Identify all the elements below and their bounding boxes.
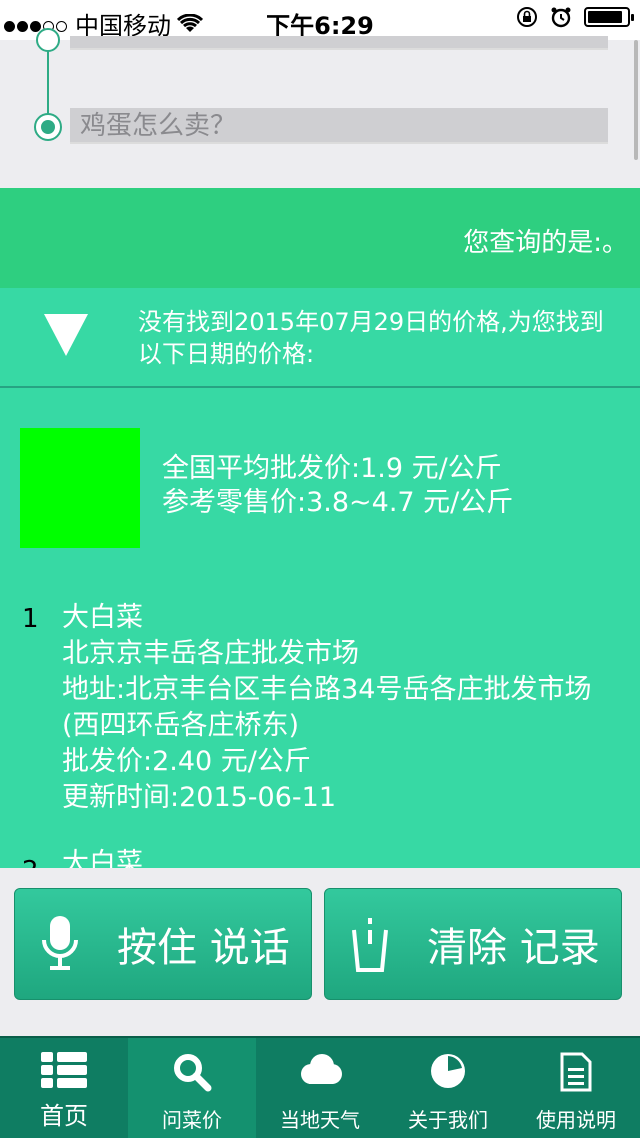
timeline-dot-active	[34, 113, 62, 141]
speak-label: 按住 说话	[117, 925, 290, 971]
tab-bar: 首页 问菜价 当地天气 关于我们 使用说明	[0, 1036, 640, 1138]
item-body: 大白菜 北京京丰岳各庄批发市场 地址:北京丰台区丰台路34号岳各庄批发市场(西四…	[62, 600, 622, 816]
history-item[interactable]	[70, 36, 608, 50]
rotation-lock-icon	[517, 7, 537, 27]
tab-label: 关于我们	[408, 1108, 488, 1132]
pie-chart-icon	[384, 1052, 512, 1090]
tab-about[interactable]: 关于我们	[384, 1038, 512, 1138]
notice-text: 没有找到2015年07月29日的价格,为您找到以下日期的价格:	[138, 308, 604, 368]
expand-triangle-icon[interactable]	[44, 314, 88, 356]
search-icon	[128, 1052, 256, 1092]
tab-label: 使用说明	[536, 1108, 616, 1132]
item-updated: 更新时间:2015-06-11	[62, 782, 337, 813]
trash-icon	[325, 914, 415, 974]
item-market: 北京京丰岳各庄批发市场	[62, 638, 359, 669]
price-summary: 全国平均批发价:1.9 元/公斤 参考零售价:3.8~4.7 元/公斤	[162, 452, 513, 520]
history-item[interactable]: 鸡蛋怎么卖？	[70, 108, 608, 144]
item-name: 大白菜	[62, 848, 143, 868]
scrollbar[interactable]	[634, 40, 638, 160]
hold-to-speak-button[interactable]: 按住 说话	[14, 888, 312, 1000]
cloud-icon	[256, 1052, 384, 1088]
clear-label: 清除 记录	[427, 925, 600, 971]
clear-history-button[interactable]: 清除 记录	[324, 888, 622, 1000]
document-icon	[512, 1052, 640, 1092]
retail-reference-price: 参考零售价:3.8~4.7 元/公斤	[162, 487, 514, 518]
tab-weather[interactable]: 当地天气	[256, 1038, 384, 1138]
tab-instructions[interactable]: 使用说明	[512, 1038, 640, 1138]
avg-wholesale-price: 全国平均批发价:1.9 元/公斤	[162, 453, 502, 484]
status-bar: 中国移动 下午6:29	[0, 0, 640, 40]
tab-label: 问菜价	[162, 1108, 222, 1132]
tab-home[interactable]: 首页	[0, 1038, 128, 1138]
battery-icon	[584, 7, 634, 27]
microphone-icon	[15, 914, 105, 974]
list-icon	[0, 1052, 128, 1088]
status-right	[516, 6, 634, 28]
tab-label: 首页	[40, 1102, 88, 1130]
query-history: 鸡蛋怎么卖？	[0, 28, 640, 188]
item-index: 1	[22, 604, 39, 634]
query-banner: 您查询的是:。	[0, 188, 640, 288]
result-panel: 没有找到2015年07月29日的价格,为您找到以下日期的价格: 全国平均批发价:…	[0, 288, 640, 868]
tab-label: 当地天气	[280, 1108, 360, 1132]
date-notice[interactable]: 没有找到2015年07月29日的价格,为您找到以下日期的价格:	[0, 288, 640, 388]
product-image	[20, 428, 140, 548]
timeline-dot	[36, 28, 60, 52]
item-name: 大白菜	[62, 602, 143, 633]
item-price: 批发价:2.40 元/公斤	[62, 746, 311, 777]
action-bar: 按住 说话 清除 记录	[0, 868, 640, 1036]
tab-price-query[interactable]: 问菜价	[128, 1038, 256, 1138]
alarm-icon	[551, 7, 571, 28]
item-index: 2	[22, 856, 39, 868]
query-label: 您查询的是:。	[463, 228, 628, 258]
item-body: 大白菜	[62, 846, 622, 868]
item-address: 地址:北京丰台区丰台路34号岳各庄批发市场(西四环岳各庄桥东)	[62, 674, 592, 741]
